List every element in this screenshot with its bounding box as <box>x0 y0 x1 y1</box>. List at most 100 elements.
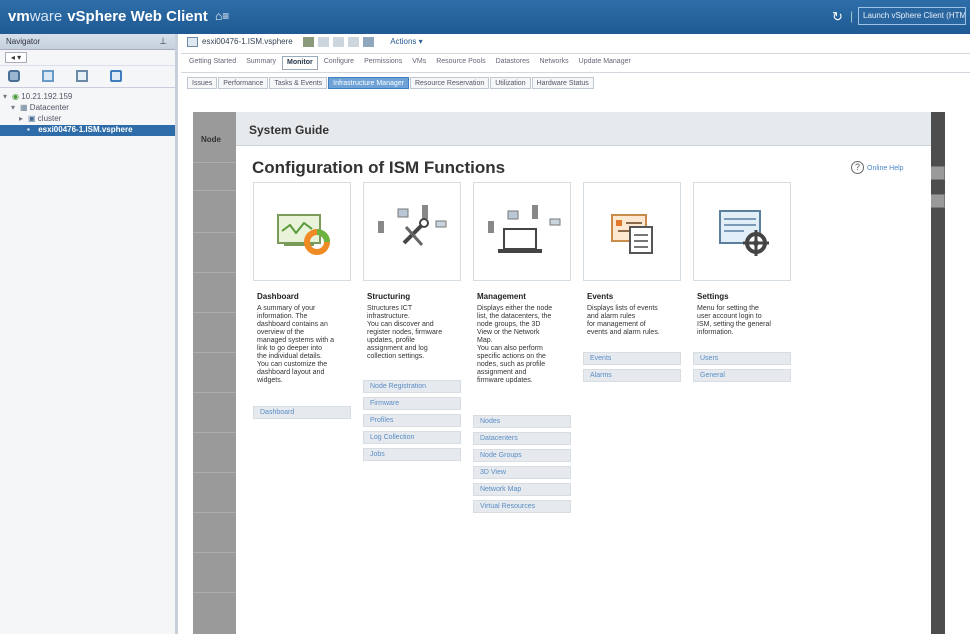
tree-item-cluster[interactable]: ▸ ▣ cluster <box>0 114 175 125</box>
tab-resource-pools[interactable]: Resource Pools <box>432 56 489 70</box>
link-profiles[interactable]: Profiles <box>363 414 461 427</box>
main-tabs: Getting Started Summary Monitor Configur… <box>181 54 970 73</box>
pin-icon[interactable]: ⊥ <box>159 36 167 47</box>
card-title: Settings <box>697 292 729 301</box>
card-title: Management <box>477 292 526 301</box>
link-nodes[interactable]: Nodes <box>473 415 571 428</box>
backdrop-node-label: Node <box>201 135 221 144</box>
menu-icon[interactable]: ≡ <box>222 9 229 23</box>
toolbar-actions-icons[interactable] <box>302 37 380 47</box>
tab-summary[interactable]: Summary <box>242 56 280 70</box>
connect-icon[interactable] <box>347 37 359 47</box>
tab-networks[interactable]: Networks <box>535 56 572 70</box>
link-firmware[interactable]: Firmware <box>363 397 461 410</box>
subtab-resource-reservation[interactable]: Resource Reservation <box>409 77 490 89</box>
divider: | <box>850 9 854 23</box>
tab-vms[interactable]: VMs <box>408 56 430 70</box>
card-links: Dashboard <box>253 406 351 423</box>
link-virtual-resources[interactable]: Virtual Resources <box>473 500 571 513</box>
tab-monitor[interactable]: Monitor <box>282 56 318 70</box>
help-circle-icon: ? <box>851 161 864 174</box>
subtab-issues[interactable]: Issues <box>187 77 218 89</box>
maintenance-icon[interactable] <box>332 37 344 47</box>
card-description: Displays either the node list, the datac… <box>477 305 553 384</box>
tab-configure[interactable]: Configure <box>320 56 358 70</box>
link-datacenters[interactable]: Datacenters <box>473 432 571 445</box>
tree-item-vcenter[interactable]: ▾ ◉ 10.21.192.159 <box>0 92 175 103</box>
card-description: Menu for setting the user account login … <box>697 305 771 336</box>
object-toolbar: esxi00476-1.ISM.vsphere Actions ▾ <box>181 34 970 54</box>
datacenter-icon: ▦ <box>20 103 28 112</box>
link-users[interactable]: Users <box>693 352 791 365</box>
management-network-icon[interactable] <box>473 182 571 281</box>
navigator-back: ◂ ▾ <box>0 50 175 66</box>
divider <box>193 392 236 393</box>
dashboard-monitor-icon[interactable] <box>253 182 351 281</box>
divider <box>193 512 236 513</box>
divider <box>193 472 236 473</box>
home-icon[interactable]: ⌂≡ <box>215 9 241 23</box>
card-links: Nodes Datacenters Node Groups 3D View Ne… <box>473 415 571 517</box>
new-vm-icon[interactable] <box>362 37 374 47</box>
card-links: Node Registration Firmware Profiles Log … <box>363 380 461 465</box>
refresh-icon[interactable]: ↻ <box>832 9 843 25</box>
divider <box>193 190 236 191</box>
subtab-performance[interactable]: Performance <box>218 77 269 89</box>
card-links: Events Alarms <box>583 352 681 386</box>
divider <box>193 592 236 593</box>
card-management: Management Displays either the node list… <box>473 182 571 513</box>
power-icon[interactable] <box>317 37 329 47</box>
link-log-collection[interactable]: Log Collection <box>363 431 461 444</box>
link-network-map[interactable]: Network Map <box>473 483 571 496</box>
tree-item-host[interactable]: ▪ esxi00476-1.ISM.vsphere <box>0 125 175 136</box>
hosts-clusters-icon[interactable] <box>8 70 20 82</box>
tab-update-manager[interactable]: Update Manager <box>575 56 635 70</box>
link-jobs[interactable]: Jobs <box>363 448 461 461</box>
vms-templates-icon[interactable] <box>42 70 54 82</box>
card-structuring: Structuring Structures ICT infrastructur… <box>363 182 461 461</box>
subtab-hardware-status[interactable]: Hardware Status <box>531 77 594 89</box>
host-object-icon <box>187 37 198 47</box>
link-node-groups[interactable]: Node Groups <box>473 449 571 462</box>
backdrop-left-panel: Node <box>193 112 236 634</box>
navigator-panel: Navigator ⊥ ◂ ▾ ▾ ◉ 10.21.192.159 ▾ ▦ Data… <box>0 34 178 634</box>
link-alarms[interactable]: Alarms <box>583 369 681 382</box>
divider <box>193 432 236 433</box>
launch-html5-client-button[interactable]: Launch vSphere Client (HTML5) <box>858 7 966 25</box>
link-dashboard[interactable]: Dashboard <box>253 406 351 419</box>
link-events[interactable]: Events <box>583 352 681 365</box>
main-content: esxi00476-1.ISM.vsphere Actions ▾ Gettin… <box>181 34 970 634</box>
tab-datastores[interactable]: Datastores <box>492 56 534 70</box>
actions-menu[interactable]: Actions ▾ <box>390 37 422 46</box>
back-button[interactable]: ◂ ▾ <box>5 52 27 63</box>
tab-getting-started[interactable]: Getting Started <box>185 56 240 70</box>
structuring-tools-icon[interactable] <box>363 182 461 281</box>
navigator-header: Navigator ⊥ <box>0 34 175 50</box>
card-events: Events Displays lists of events and alar… <box>583 182 681 382</box>
divider <box>193 312 236 313</box>
divider <box>193 162 236 163</box>
online-help-link[interactable]: ? Online Help <box>851 161 904 174</box>
add-host-icon[interactable] <box>302 37 314 47</box>
divider <box>193 232 236 233</box>
host-icon: ▪ <box>27 125 30 134</box>
tab-permissions[interactable]: Permissions <box>360 56 406 70</box>
link-3d-view[interactable]: 3D View <box>473 466 571 479</box>
networking-icon[interactable] <box>110 70 122 82</box>
settings-gear-icon[interactable] <box>693 182 791 281</box>
storage-icon[interactable] <box>76 70 88 82</box>
cluster-icon: ▣ <box>28 114 36 123</box>
navigator-tabs <box>0 66 175 88</box>
link-general[interactable]: General <box>693 369 791 382</box>
subtab-tasks-events[interactable]: Tasks & Events <box>269 77 328 89</box>
card-title: Dashboard <box>257 292 299 301</box>
card-description: A summary of your information. The dashb… <box>257 305 335 384</box>
system-guide-dialog: System Guide Configuration of ISM Functi… <box>236 112 931 634</box>
subtab-utilization[interactable]: Utilization <box>490 77 531 89</box>
events-list-icon[interactable] <box>583 182 681 281</box>
link-node-registration[interactable]: Node Registration <box>363 380 461 393</box>
subtab-infrastructure-manager[interactable]: Infrastructure Manager <box>328 77 409 89</box>
card-links: Users General <box>693 352 791 386</box>
card-description: Displays lists of events and alarm rules… <box>587 305 660 336</box>
tree-item-datacenter[interactable]: ▾ ▦ Datacenter <box>0 103 175 114</box>
